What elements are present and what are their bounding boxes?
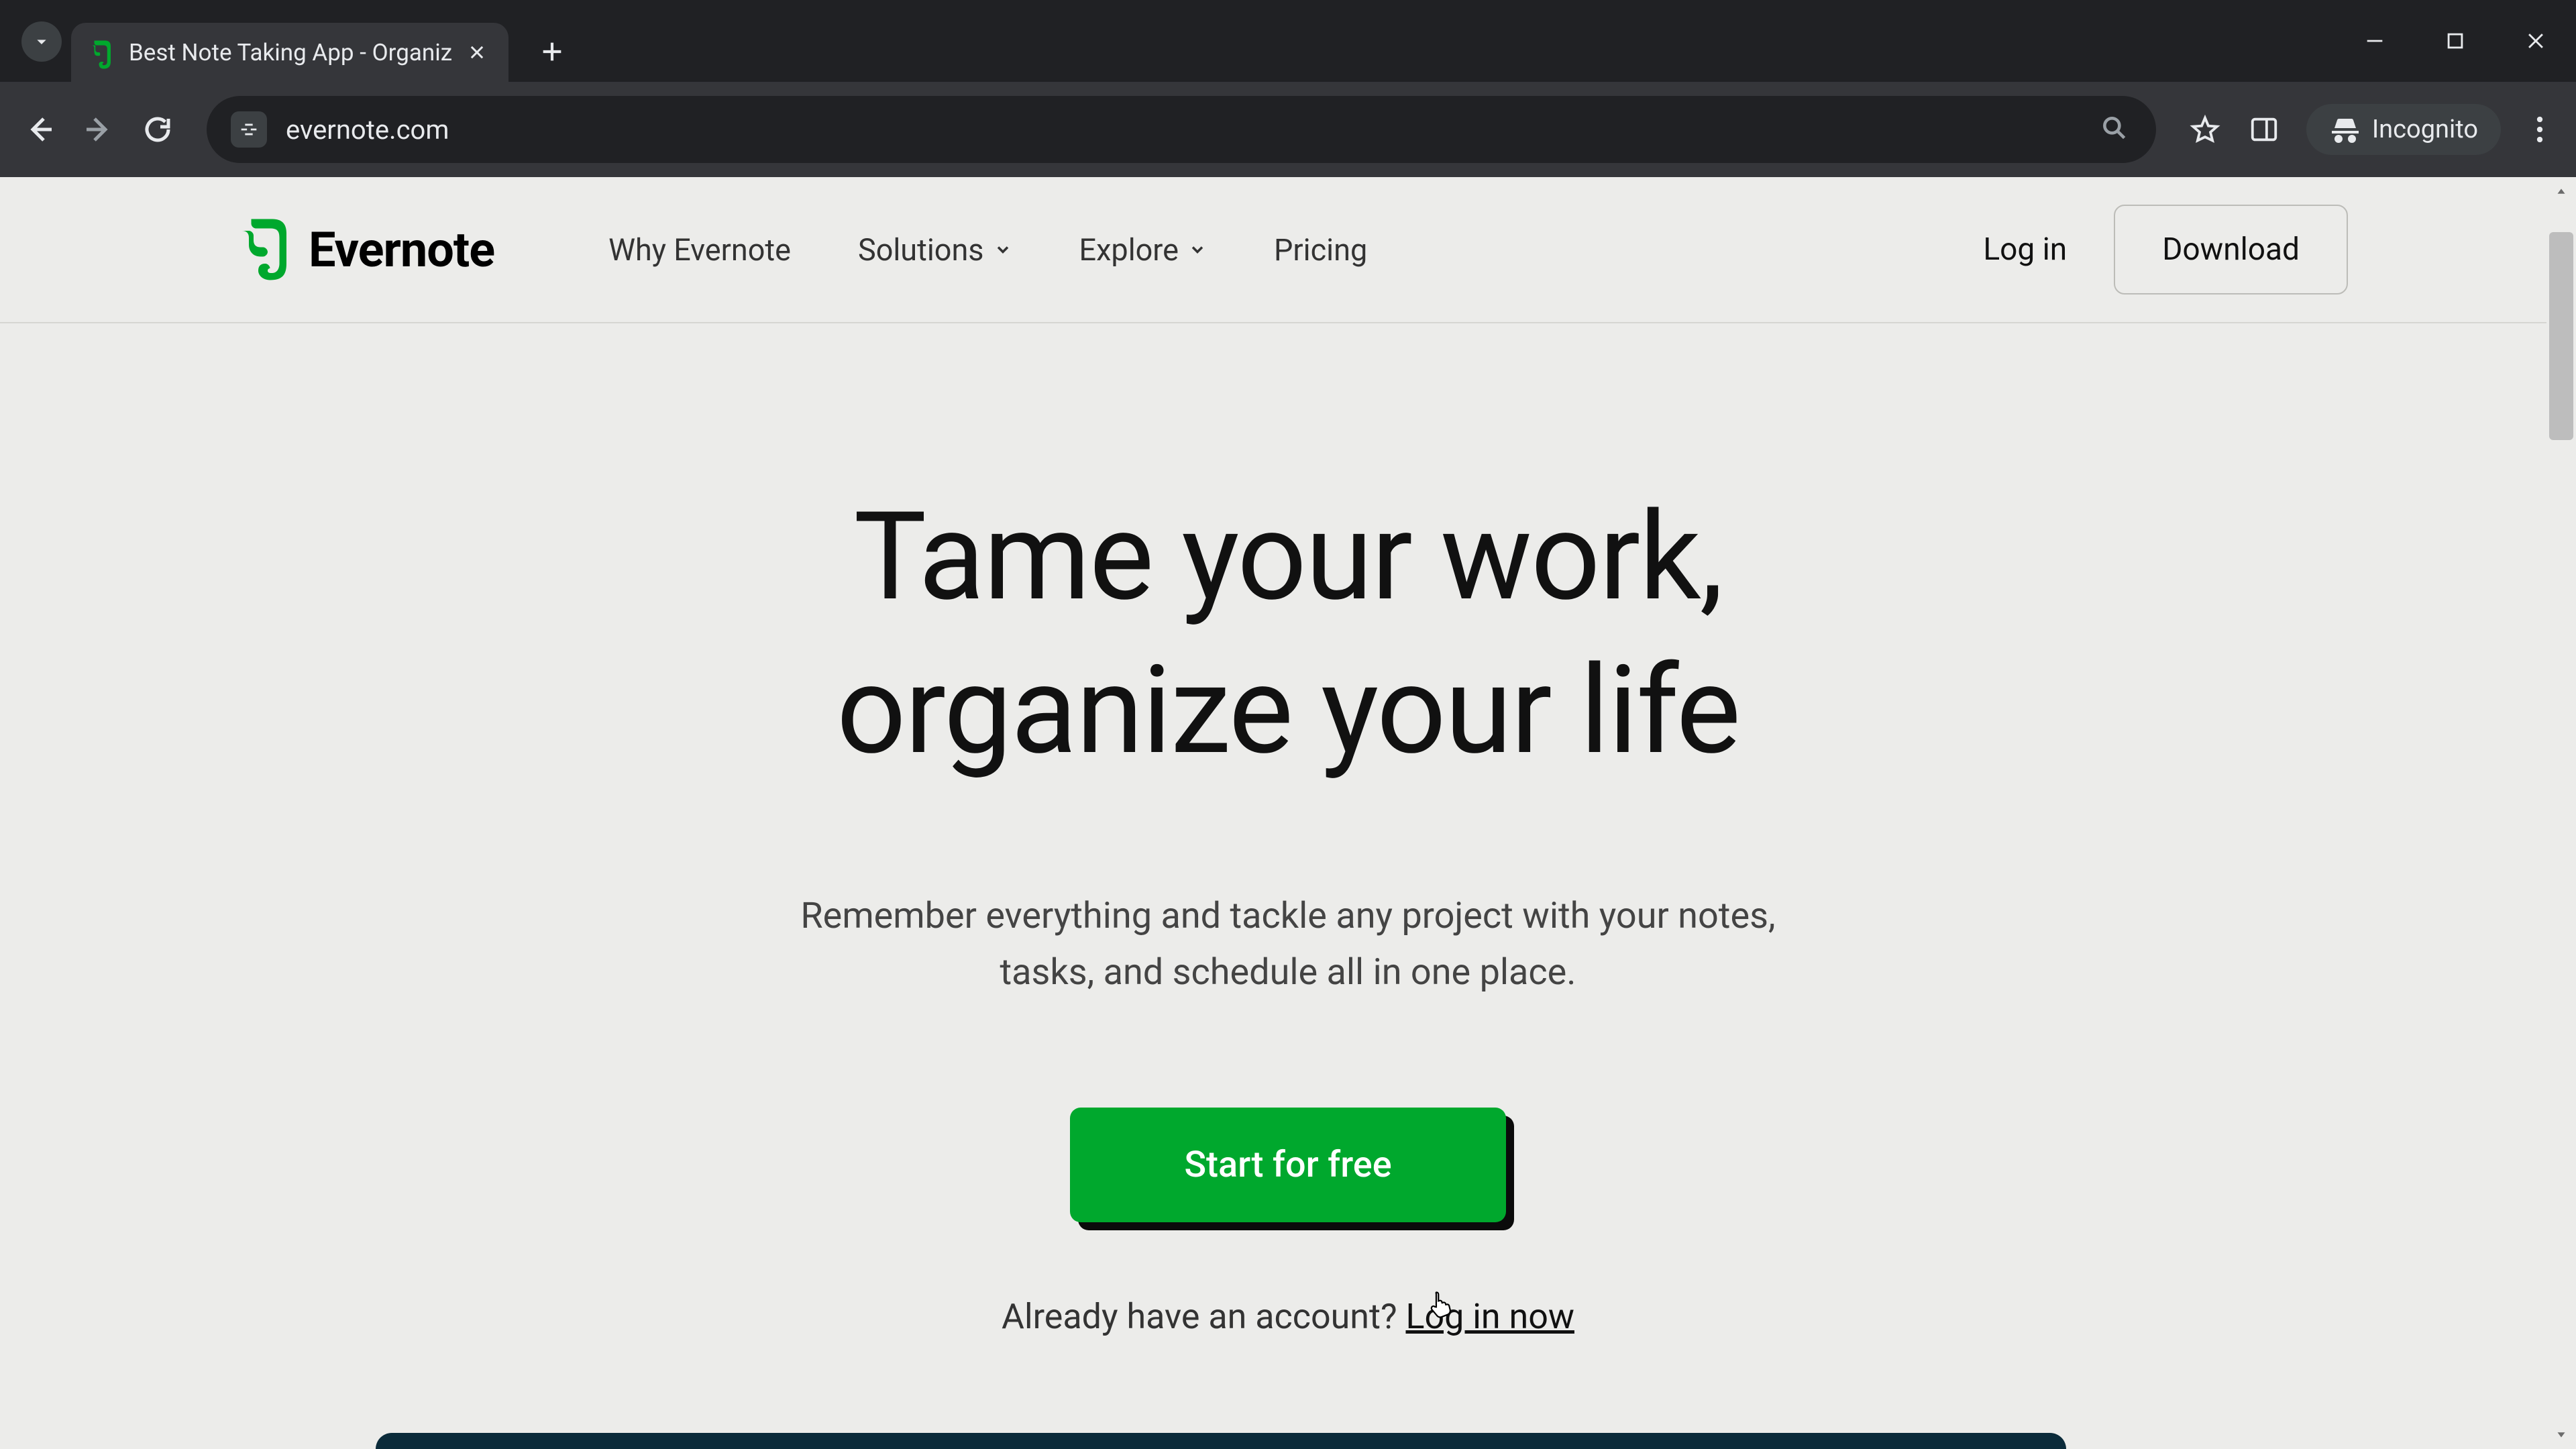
start-for-free-button[interactable]: Start for free xyxy=(1070,1108,1505,1222)
nav-label: Explore xyxy=(1079,232,1179,268)
site-info-icon[interactable] xyxy=(231,111,267,148)
cta-wrap: Start for free xyxy=(1070,1108,1505,1222)
hero-sub-line1: Remember everything and tackle any proje… xyxy=(800,895,1775,937)
side-panel-icon[interactable] xyxy=(2241,106,2288,153)
favicon-evernote-icon xyxy=(87,38,115,66)
hero-subtext: Remember everything and tackle any proje… xyxy=(0,888,2576,1000)
scroll-up-icon[interactable] xyxy=(2546,177,2576,207)
nav-label: Pricing xyxy=(1274,232,1367,268)
logo-text: Evernote xyxy=(309,221,494,278)
nav-explore[interactable]: Explore xyxy=(1079,232,1207,268)
hero-line2: organize your life xyxy=(837,639,1739,782)
vertical-scrollbar[interactable] xyxy=(2546,177,2576,1449)
scroll-track[interactable] xyxy=(2546,207,2576,1419)
bookmark-star-icon[interactable] xyxy=(2182,106,2229,153)
elephant-icon xyxy=(235,217,291,282)
new-tab-button[interactable] xyxy=(535,35,569,68)
incognito-icon xyxy=(2329,113,2361,146)
scroll-down-icon[interactable] xyxy=(2546,1419,2576,1449)
page-viewport: Evernote Why Evernote Solutions Explore … xyxy=(0,177,2576,1449)
tab-title: Best Note Taking App - Organiz xyxy=(129,39,452,66)
hero-sub-line2: tasks, and schedule all in one place. xyxy=(1000,951,1576,994)
address-bar[interactable]: evernote.com xyxy=(207,96,2156,163)
header-right: Log in Download xyxy=(1983,205,2348,294)
hero-image-peek xyxy=(376,1433,2066,1449)
url-text: evernote.com xyxy=(286,114,2081,146)
main-nav: Why Evernote Solutions Explore Pricing xyxy=(608,232,1367,268)
chevron-down-icon xyxy=(1188,240,1207,259)
browser-menu-button[interactable] xyxy=(2520,115,2560,144)
nav-label: Solutions xyxy=(858,232,984,268)
already-prefix: Already have an account? xyxy=(1002,1296,1405,1337)
back-button[interactable] xyxy=(16,106,63,153)
window-maximize-button[interactable] xyxy=(2415,0,2496,82)
evernote-logo[interactable]: Evernote xyxy=(235,217,494,282)
hero-line1: Tame your work, xyxy=(854,486,1723,629)
incognito-badge[interactable]: Incognito xyxy=(2306,104,2501,155)
window-close-button[interactable] xyxy=(2496,0,2576,82)
nav-why-evernote[interactable]: Why Evernote xyxy=(608,232,791,268)
hero: Tame your work, organize your life Remem… xyxy=(0,323,2576,1337)
tab-search-dropdown[interactable] xyxy=(21,21,62,62)
download-button[interactable]: Download xyxy=(2114,205,2348,294)
titlebar: Best Note Taking App - Organiz xyxy=(0,0,2576,82)
browser-toolbar: evernote.com Incognito xyxy=(0,82,2576,177)
nav-solutions[interactable]: Solutions xyxy=(858,232,1012,268)
site-header: Evernote Why Evernote Solutions Explore … xyxy=(0,177,2576,323)
chevron-down-icon xyxy=(994,240,1012,259)
search-in-page-icon[interactable] xyxy=(2100,113,2132,146)
reload-button[interactable] xyxy=(134,106,181,153)
login-now-link[interactable]: Log in now xyxy=(1405,1296,1574,1337)
tab-close-icon[interactable] xyxy=(466,41,488,64)
incognito-label: Incognito xyxy=(2372,115,2478,144)
scroll-thumb[interactable] xyxy=(2549,232,2573,440)
nav-label: Why Evernote xyxy=(608,232,791,268)
window-minimize-button[interactable] xyxy=(2334,0,2415,82)
window-controls xyxy=(2334,0,2576,82)
forward-button[interactable] xyxy=(75,106,122,153)
login-link[interactable]: Log in xyxy=(1983,231,2067,268)
hero-heading: Tame your work, organize your life xyxy=(0,481,2576,788)
already-account-text: Already have an account? Log in now xyxy=(0,1296,2576,1337)
nav-pricing[interactable]: Pricing xyxy=(1274,232,1367,268)
browser-tab[interactable]: Best Note Taking App - Organiz xyxy=(71,23,508,82)
